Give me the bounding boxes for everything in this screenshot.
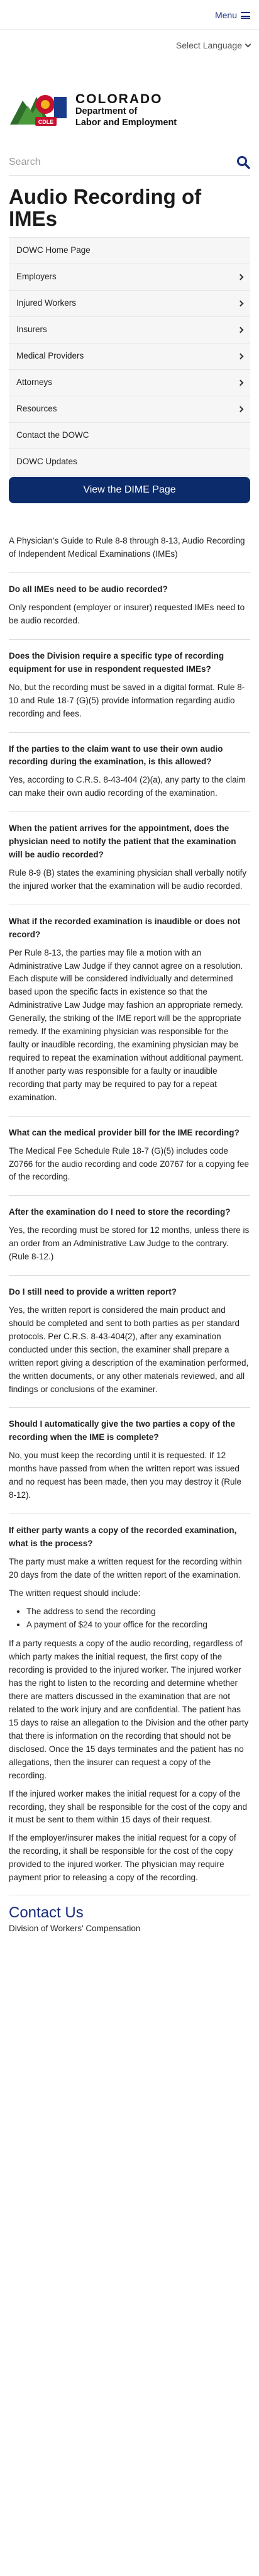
chevron-right-icon (237, 326, 244, 333)
faq-question: Does the Division require a specific typ… (9, 650, 224, 674)
chevron-right-icon (237, 300, 244, 307)
faq-answer: If the employer/insurer makes the initia… (9, 1833, 236, 1883)
faq-item: What if the recorded examination is inau… (9, 904, 250, 1105)
logo-line-1: COLORADO (75, 92, 163, 107)
faq-question: What can the medical provider bill for t… (9, 1127, 240, 1137)
chevron-right-icon (237, 379, 244, 386)
contact-section: Contact Us Division of Workers' Compensa… (9, 1895, 250, 1936)
faq-question: When the patient arrives for the appoint… (9, 823, 236, 860)
faq-item: When the patient arrives for the appoint… (9, 811, 250, 893)
nav-item-label: Resources (16, 404, 57, 414)
chevron-right-icon (237, 406, 244, 413)
request-requirements-list: The address to send the recording A paym… (26, 1605, 250, 1632)
nav-item-employers[interactable]: Employers (9, 264, 250, 291)
faq-answer: If the injured worker makes the initial … (9, 1788, 247, 1825)
faq-answer: The written request should include: (9, 1588, 141, 1598)
main-content: Audio Recording of IMEs DOWC Home Page E… (9, 186, 250, 1936)
logo-line-3: Labor and Employment (75, 117, 177, 128)
faq-question: Do I still need to provide a written rep… (9, 1287, 177, 1297)
faq-item: Does the Division require a specific typ… (9, 638, 250, 721)
nav-item-label: Employers (16, 272, 57, 282)
faq-question: Should I automatically give the two part… (9, 1419, 236, 1442)
view-dime-button[interactable]: View the DIME Page (9, 477, 250, 504)
faq-answer: Yes, the written report is considered th… (9, 1305, 249, 1394)
faq-item: If either party wants a copy of the reco… (9, 1513, 250, 1885)
nav-item-label: Medical Providers (16, 351, 84, 361)
hamburger-icon (241, 12, 250, 20)
site-header: Menu Select Language CDLE COLORADO Depar… (0, 0, 259, 176)
logo-line-2: Department of (75, 106, 138, 117)
faq-item: After the examination do I need to store… (9, 1195, 250, 1264)
faq-item: Should I automatically give the two part… (9, 1407, 250, 1502)
nav-item-injured-workers[interactable]: Injured Workers (9, 291, 250, 318)
faq-answer: No, you must keep the recording until it… (9, 1451, 241, 1500)
menu-button[interactable]: Menu (215, 9, 250, 23)
language-select[interactable]: Select Language (175, 39, 251, 53)
nav-item-label: Attorneys (16, 377, 53, 388)
chevron-right-icon (237, 353, 244, 360)
nav-item-dowc-home[interactable]: DOWC Home Page (9, 238, 250, 265)
list-item: A payment of $24 to your office for the … (26, 1619, 250, 1632)
nav-item-insurers[interactable]: Insurers (9, 317, 250, 344)
search-bar (9, 148, 250, 176)
search-input[interactable] (9, 156, 236, 168)
language-label: Select Language (175, 40, 242, 50)
faq-item: Do all IMEs need to be audio recorded? O… (9, 572, 250, 628)
faq-question: If either party wants a copy of the reco… (9, 1525, 237, 1548)
nav-item-attorneys[interactable]: Attorneys (9, 370, 250, 397)
nav-item-label: Contact the DOWC (16, 430, 89, 440)
nav-item-updates[interactable]: DOWC Updates (9, 449, 250, 476)
nav-item-label: Injured Workers (16, 298, 77, 308)
list-item: The address to send the recording (26, 1605, 250, 1619)
faq-item: What can the medical provider bill for t… (9, 1115, 250, 1185)
colorado-logo-icon: CDLE (10, 95, 67, 126)
faq-answer: The Medical Fee Schedule Rule 18-7 (G)(5… (9, 1146, 250, 1182)
top-bar: Menu (0, 0, 259, 30)
search-icon[interactable] (236, 155, 250, 169)
nav-item-label: DOWC Updates (16, 457, 77, 467)
faq-answer: Rule 8-9 (B) states the examining physic… (9, 867, 247, 891)
menu-label: Menu (214, 10, 237, 20)
nav-item-label: DOWC Home Page (16, 245, 91, 255)
nav-item-medical-providers[interactable]: Medical Providers (9, 343, 250, 371)
page-title: Audio Recording of IMEs (9, 185, 202, 230)
contact-title: Contact Us (9, 1904, 84, 1922)
faq-answer: If a party requests a copy of the audio … (9, 1639, 249, 1780)
intro-text: A Physician's Guide to Rule 8-8 through … (9, 536, 245, 559)
faq-answer: Only respondent (employer or insurer) re… (9, 603, 245, 625)
nav-item-resources[interactable]: Resources (9, 396, 250, 423)
svg-text:CDLE: CDLE (38, 119, 54, 125)
faq-question: If the parties to the claim want to use … (9, 744, 223, 767)
faq-question: After the examination do I need to store… (9, 1207, 231, 1217)
faq-answer: Yes, according to C.R.S. 8-43-404 (2)(a)… (9, 775, 246, 798)
faq-item: If the parties to the claim want to use … (9, 732, 250, 801)
cdle-logo[interactable]: CDLE COLORADO Department of Labor and Em… (9, 92, 177, 128)
faq-answer: Yes, the recording must be stored for 12… (9, 1225, 250, 1262)
contact-line: Division of Workers' Compensation (9, 1923, 141, 1933)
faq-question: Do all IMEs need to be audio recorded? (9, 584, 168, 594)
logo-text: COLORADO Department of Labor and Employm… (75, 92, 177, 128)
section-nav: DOWC Home Page Employers Injured Workers… (9, 237, 250, 476)
chevron-right-icon (237, 274, 244, 281)
faq-answer: The party must make a written request fo… (9, 1556, 242, 1580)
nav-item-contact[interactable]: Contact the DOWC (9, 423, 250, 450)
faq-item: Do I still need to provide a written rep… (9, 1275, 250, 1396)
faq-answer: No, but the recording must be saved in a… (9, 682, 245, 718)
nav-item-label: Insurers (16, 325, 47, 335)
chevron-down-icon (245, 41, 251, 48)
faq-answer: Per Rule 8-13, the parties may file a mo… (9, 947, 243, 1102)
faq-question: What if the recorded examination is inau… (9, 916, 241, 939)
